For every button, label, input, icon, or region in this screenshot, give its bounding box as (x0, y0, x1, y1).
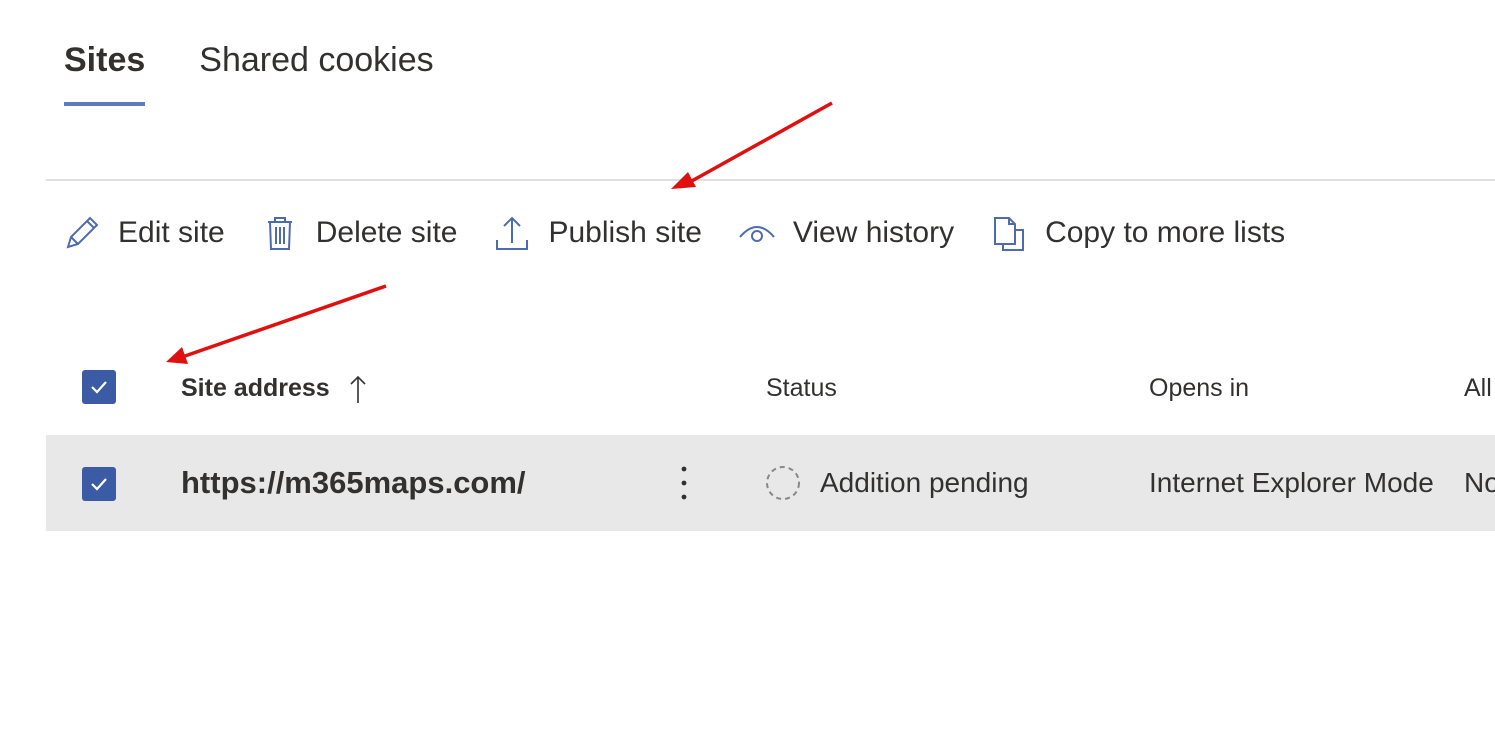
delete-site-button[interactable]: Delete site (260, 208, 458, 258)
more-options-icon[interactable] (674, 463, 694, 503)
allow-cell: No (1464, 467, 1495, 498)
table-header: Site address Status Opens in All (46, 357, 1495, 419)
publish-site-label: Publish site (548, 216, 702, 249)
edit-site-label: Edit site (118, 216, 225, 249)
column-header-allow[interactable]: All (1464, 357, 1492, 419)
site-address-header-label: Site address (181, 374, 330, 402)
delete-site-label: Delete site (315, 216, 458, 249)
copy-to-more-lists-button[interactable]: Copy to more lists (989, 208, 1285, 258)
tab-sites[interactable]: Sites (64, 36, 146, 106)
checkmark-icon (91, 478, 107, 491)
pending-status-icon (766, 466, 800, 500)
row-checkbox[interactable] (82, 467, 116, 501)
column-header-status[interactable]: Status (766, 357, 837, 419)
checkmark-icon (91, 381, 107, 394)
command-bar: Edit site Delete site Publish site View … (62, 208, 1320, 258)
eye-icon (737, 213, 777, 253)
view-history-button[interactable]: View history (737, 208, 954, 258)
view-history-label: View history (792, 216, 955, 249)
tab-shared-cookies[interactable]: Shared cookies (199, 36, 433, 84)
copy-to-more-lists-label: Copy to more lists (1045, 216, 1286, 249)
status-cell: Addition pending (820, 467, 1029, 498)
site-address-cell[interactable]: https://m365maps.com/ (181, 435, 526, 531)
copy-icon (989, 213, 1029, 253)
divider (46, 179, 1495, 181)
select-all-checkbox[interactable] (82, 370, 116, 404)
upload-icon (492, 213, 532, 253)
column-header-opens-in[interactable]: Opens in (1149, 357, 1249, 419)
annotation-arrow-checkbox (166, 284, 387, 364)
column-header-site-address[interactable]: Site address (181, 357, 369, 419)
site-list-page: Sites Shared cookies Edit site Delete si… (0, 0, 1495, 734)
arrow-up-icon (350, 376, 366, 404)
table-row[interactable]: https://m365maps.com/ Addition pending I… (46, 435, 1495, 531)
opens-in-cell: Internet Explorer Mode (1149, 467, 1434, 498)
trash-icon (260, 213, 300, 253)
pencil-icon (62, 213, 102, 253)
edit-site-button[interactable]: Edit site (62, 208, 225, 258)
tab-bar: Sites Shared cookies (64, 36, 434, 106)
publish-site-button[interactable]: Publish site (492, 208, 702, 258)
annotation-arrow-publish (671, 101, 833, 189)
